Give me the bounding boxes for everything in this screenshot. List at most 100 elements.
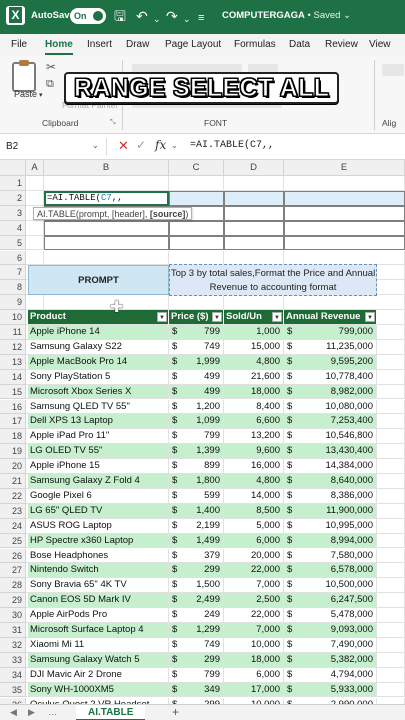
table-row-value[interactable]: $ (284, 474, 298, 489)
save-icon[interactable]: 🖫 (114, 7, 126, 25)
table-row-value[interactable]: 499 (183, 369, 224, 385)
table-row-value[interactable]: $ (169, 429, 183, 445)
enter-icon[interactable]: ✓ (136, 138, 146, 152)
clipboard-expand-icon[interactable]: ⤡ (110, 119, 116, 127)
table-header-3[interactable]: Annual Revenue ▼ (284, 310, 377, 325)
row-header[interactable]: 22 (0, 488, 26, 504)
table-row-product[interactable]: Dell XPS 13 Laptop (28, 414, 169, 430)
table-row-value[interactable]: $ (284, 637, 298, 653)
grid-cell[interactable] (26, 235, 44, 251)
row-header[interactable]: 29 (0, 593, 26, 609)
table-header-2[interactable]: Sold/Un ▼ (224, 310, 284, 325)
column-header-b[interactable]: B (44, 160, 169, 176)
table-row-value[interactable]: 10,000 (224, 637, 284, 653)
row-header[interactable]: 28 (0, 578, 26, 594)
table-row-value[interactable]: 299 (183, 563, 224, 579)
table-row-value[interactable]: $ (169, 354, 183, 370)
row-header[interactable]: 7 (0, 265, 26, 281)
table-row-value[interactable]: 17,000 (224, 682, 284, 698)
tab-home[interactable]: Home (45, 39, 73, 55)
table-row-value[interactable]: 7,490,000 (298, 637, 377, 653)
row-header[interactable]: 25 (0, 533, 26, 549)
row-header[interactable]: 32 (0, 637, 26, 653)
table-row-value[interactable]: 8,640,000 (298, 474, 377, 489)
table-row-value[interactable]: 499 (183, 384, 224, 400)
table-row-product[interactable]: ASUS ROG Laptop (28, 518, 169, 534)
table-row-value[interactable]: $ (169, 325, 183, 340)
next-sheet-icon[interactable]: ▶ (28, 707, 35, 718)
grid-cell[interactable] (26, 220, 44, 236)
row-header[interactable]: 16 (0, 399, 26, 415)
add-sheet-button[interactable]: + (172, 705, 179, 719)
cancel-icon[interactable]: ✕ (118, 138, 129, 154)
column-header-d[interactable]: D (224, 160, 284, 176)
table-row-value[interactable]: $ (284, 399, 298, 415)
more-sheets-icon[interactable]: … (48, 707, 57, 717)
row-header[interactable]: 34 (0, 667, 26, 683)
table-row-value[interactable]: $ (284, 518, 298, 534)
table-row-value[interactable]: 9,600 (224, 444, 284, 460)
table-row-value[interactable]: $ (284, 593, 298, 609)
grid-cell[interactable] (44, 176, 169, 191)
row-header[interactable]: 17 (0, 414, 26, 430)
row-header[interactable]: 10 (0, 310, 26, 325)
grid-cell[interactable] (169, 176, 224, 191)
row-header[interactable]: 15 (0, 384, 26, 400)
table-row-value[interactable]: 4,794,000 (298, 667, 377, 683)
table-row-value[interactable]: 5,933,000 (298, 682, 377, 698)
row-header[interactable]: 11 (0, 325, 26, 340)
table-header-1[interactable]: Price ($) ▼ (169, 310, 224, 325)
table-row-value[interactable]: $ (169, 488, 183, 504)
table-row-value[interactable]: $ (284, 488, 298, 504)
table-row-product[interactable]: Sony Bravia 65" 4K TV (28, 578, 169, 594)
table-row-value[interactable]: 8,982,000 (298, 384, 377, 400)
table-row-product[interactable]: Microsoft Xbox Series X (28, 384, 169, 400)
grid-cell[interactable] (284, 176, 405, 191)
table-row-value[interactable]: 7,000 (224, 578, 284, 594)
table-row-product[interactable]: Samsung QLED TV 55" (28, 399, 169, 415)
filter-dropdown-icon[interactable]: ▼ (157, 312, 167, 323)
output-cell[interactable] (224, 235, 284, 251)
table-row-value[interactable]: $ (284, 667, 298, 683)
table-row-value[interactable]: $ (169, 369, 183, 385)
table-row-value[interactable]: 799 (183, 325, 224, 340)
table-row-value[interactable]: $ (169, 384, 183, 400)
grid-cell[interactable] (26, 250, 44, 266)
table-row-value[interactable]: 249 (183, 608, 224, 623)
row-header[interactable]: 21 (0, 474, 26, 489)
table-row-value[interactable]: 6,600 (224, 414, 284, 430)
table-row-value[interactable]: $ (169, 444, 183, 460)
output-cell[interactable] (169, 235, 224, 251)
row-header[interactable]: 12 (0, 339, 26, 355)
table-row-product[interactable]: Samsung Galaxy Z Fold 4 (28, 474, 169, 489)
table-row-value[interactable]: 22,000 (224, 608, 284, 623)
table-row-value[interactable]: 8,500 (224, 503, 284, 519)
table-row-product[interactable]: LG 65" QLED TV (28, 503, 169, 519)
copy-icon[interactable]: ⧉ (46, 78, 54, 91)
row-header[interactable]: 2 (0, 190, 26, 206)
table-row-value[interactable]: 16,000 (224, 459, 284, 474)
table-row-value[interactable]: 8,400 (224, 399, 284, 415)
table-row-value[interactable]: $ (284, 459, 298, 474)
table-row-value[interactable]: $ (169, 459, 183, 474)
undo-dropdown-icon[interactable]: ⌄ (153, 10, 161, 28)
table-row-product[interactable]: Samsung Galaxy S22 (28, 339, 169, 355)
filter-dropdown-icon[interactable]: ▼ (272, 312, 282, 323)
table-row-value[interactable]: 14,000 (224, 488, 284, 504)
table-row-value[interactable]: 799 (183, 429, 224, 445)
redo-dropdown-icon[interactable]: ⌄ (183, 10, 191, 28)
table-row-value[interactable]: $ (284, 578, 298, 594)
table-row-value[interactable]: 20,000 (224, 548, 284, 564)
row-header[interactable]: 33 (0, 652, 26, 668)
table-row-value[interactable]: 6,000 (224, 667, 284, 683)
row-header[interactable]: 19 (0, 444, 26, 460)
grid-cell[interactable] (224, 250, 284, 266)
table-row-value[interactable]: $ (284, 444, 298, 460)
table-row-value[interactable]: 749 (183, 637, 224, 653)
output-cell[interactable] (44, 235, 169, 251)
table-row-value[interactable]: 1,999 (183, 354, 224, 370)
table-row-product[interactable]: Microsoft Surface Laptop 4 (28, 623, 169, 638)
table-row-product[interactable]: Apple iPhone 15 (28, 459, 169, 474)
output-cell[interactable] (284, 190, 405, 206)
table-row-product[interactable]: Google Pixel 6 (28, 488, 169, 504)
